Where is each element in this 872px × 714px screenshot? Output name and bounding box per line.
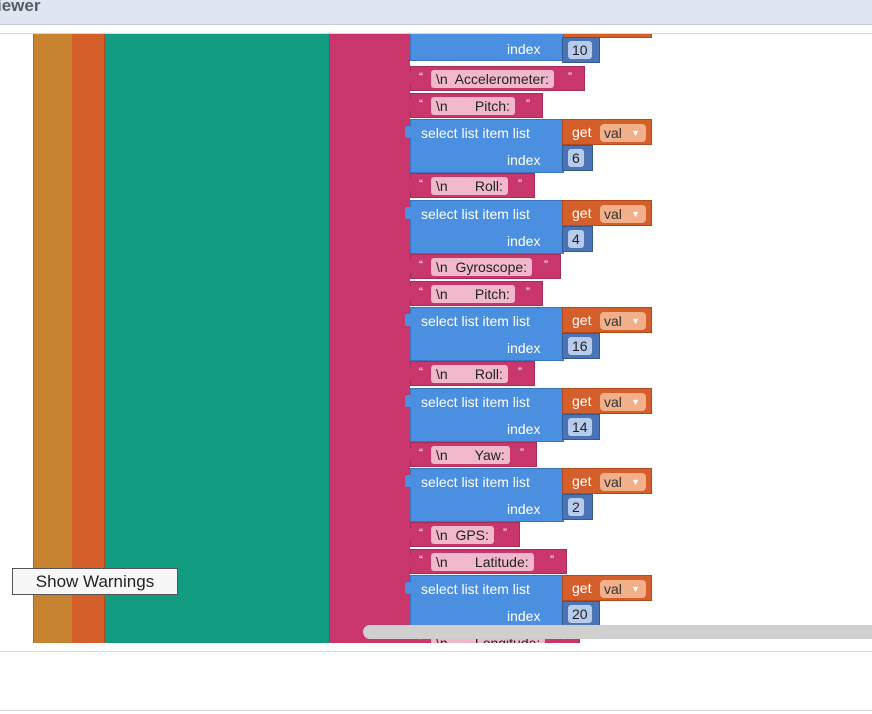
get-block[interactable]: get val ▼ — [562, 307, 652, 333]
get-block[interactable]: get val ▼ — [562, 468, 652, 494]
select-list-item-block[interactable]: select list item list index — [405, 575, 564, 629]
get-block[interactable]: get val ▼ — [562, 388, 652, 414]
get-block[interactable]: get val ▼ — [562, 575, 652, 601]
text-block-accelerometer[interactable]: “ \n Accelerometer: ” — [405, 66, 585, 91]
select-list-item-block[interactable]: select list item list index — [405, 468, 564, 522]
number-block[interactable]: 16 — [562, 333, 600, 359]
select-label: select list item list — [421, 581, 530, 597]
variable-dropdown[interactable]: val ▼ — [600, 473, 646, 491]
variable-block-band[interactable] — [72, 34, 105, 643]
text-value[interactable]: \n Accelerometer: — [431, 70, 554, 88]
number-value[interactable]: 20 — [568, 605, 592, 623]
index-label: index — [507, 608, 541, 624]
number-value[interactable]: 14 — [568, 418, 592, 436]
text-block-roll[interactable]: “ \n Roll: ” — [405, 173, 535, 198]
get-block[interactable]: get val ▼ — [562, 200, 652, 226]
text-value[interactable]: \n Pitch: — [431, 285, 515, 303]
number-value[interactable]: 6 — [568, 149, 584, 167]
variable-dropdown[interactable]: val ▼ — [600, 312, 646, 330]
text-value[interactable]: \n GPS: — [431, 526, 494, 544]
number-value[interactable]: 10 — [568, 41, 592, 59]
select-label: select list item list — [421, 474, 530, 490]
show-warnings-button[interactable]: Show Warnings — [12, 568, 178, 595]
get-label: get — [572, 124, 592, 140]
dropdown-caret-icon: ▼ — [631, 584, 640, 594]
select-list-item-block[interactable]: select list item list index — [405, 200, 564, 254]
text-block-latitude[interactable]: “ \n Latitude: ” — [405, 549, 567, 574]
select-list-item-block[interactable]: select list item list index — [405, 307, 564, 361]
text-value[interactable]: \n Pitch: — [431, 97, 515, 115]
number-value[interactable]: 16 — [568, 337, 592, 355]
select-list-item-block[interactable]: select list item list index — [405, 119, 564, 173]
variable-dropdown[interactable]: val ▼ — [600, 580, 646, 598]
text-block-roll[interactable]: “ \n Roll: ” — [405, 361, 535, 386]
text-value[interactable]: \n Yaw: — [431, 446, 510, 464]
select-label: select list item list — [421, 125, 530, 141]
text-value[interactable]: \n Roll: — [431, 177, 508, 195]
bottom-panel — [0, 651, 872, 711]
select-label: select list item list — [421, 313, 530, 329]
number-value[interactable]: 2 — [568, 498, 584, 516]
dropdown-caret-icon: ▼ — [631, 209, 640, 219]
index-label: index — [507, 501, 541, 517]
procedure-block-band[interactable] — [105, 34, 330, 643]
text-value[interactable]: \n Gyroscope: — [431, 258, 533, 276]
get-label: get — [572, 205, 592, 221]
index-label: index — [507, 41, 541, 57]
number-block[interactable]: 2 — [562, 494, 593, 520]
text-block-gyroscope[interactable]: “ \n Gyroscope: ” — [405, 254, 561, 279]
number-block[interactable]: 10 — [562, 37, 600, 63]
number-value[interactable]: 4 — [568, 230, 584, 248]
text-value[interactable]: \n Roll: — [431, 365, 508, 383]
join-block-band[interactable] — [330, 34, 410, 643]
text-block-pitch[interactable]: “ \n Pitch: ” — [405, 93, 543, 118]
index-label: index — [507, 152, 541, 168]
event-block-band[interactable] — [33, 34, 73, 643]
number-block[interactable]: 20 — [562, 601, 600, 627]
horizontal-scrollbar[interactable] — [363, 625, 872, 639]
select-list-item-block[interactable]: select list item list index — [405, 388, 564, 442]
get-label: get — [572, 393, 592, 409]
get-block[interactable]: get val ▼ — [562, 119, 652, 145]
text-block-pitch[interactable]: “ \n Pitch: ” — [405, 281, 543, 306]
index-label: index — [507, 421, 541, 437]
title-bar: iewer — [0, 0, 872, 25]
text-block-gps[interactable]: “ \n GPS: ” — [405, 522, 520, 547]
get-label: get — [572, 580, 592, 596]
number-block[interactable]: 4 — [562, 226, 593, 252]
get-label: get — [572, 312, 592, 328]
variable-dropdown[interactable]: val ▼ — [600, 393, 646, 411]
select-label: select list item list — [421, 394, 530, 410]
index-label: index — [507, 340, 541, 356]
dropdown-caret-icon: ▼ — [631, 397, 640, 407]
select-list-item-block[interactable]: index — [410, 34, 564, 61]
variable-dropdown[interactable]: val ▼ — [600, 205, 646, 223]
text-block-yaw[interactable]: “ \n Yaw: ” — [405, 442, 537, 467]
index-label: index — [507, 233, 541, 249]
blocks-workspace[interactable]: index 10 “ \n Accelerometer: ” “ \n Pitc… — [0, 33, 872, 643]
variable-dropdown[interactable]: val ▼ — [600, 124, 646, 142]
select-label: select list item list — [421, 206, 530, 222]
dropdown-caret-icon: ▼ — [631, 316, 640, 326]
number-block[interactable]: 6 — [562, 145, 593, 171]
text-value[interactable]: \n Latitude: — [431, 553, 534, 571]
dropdown-caret-icon: ▼ — [631, 477, 640, 487]
window-title: iewer — [0, 0, 41, 15]
dropdown-caret-icon: ▼ — [631, 128, 640, 138]
get-label: get — [572, 473, 592, 489]
number-block[interactable]: 14 — [562, 414, 600, 440]
